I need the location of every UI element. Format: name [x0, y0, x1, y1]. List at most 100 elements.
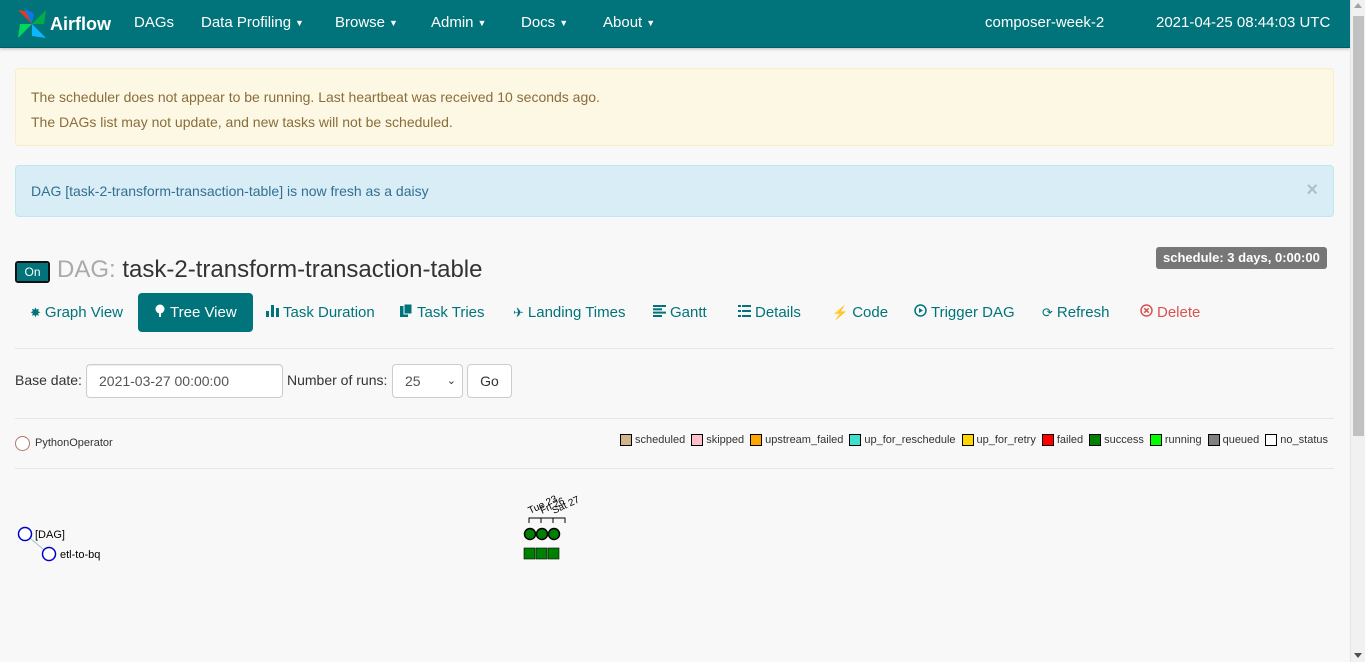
info-message: DAG [task-2-transform-transaction-table]… [31, 183, 429, 199]
tab-label: Code [852, 304, 889, 321]
utc-clock: 2021-04-25 08:44:03 UTC [1156, 14, 1331, 31]
tab-task-tries[interactable]: Task Tries [400, 293, 485, 332]
legend-item-failed: failed [1041, 434, 1084, 446]
tab-label: Gantt [670, 304, 707, 321]
brand-name: Airflow [50, 13, 111, 34]
tab-label: Details [755, 304, 801, 321]
task-instance-square[interactable] [535, 547, 548, 560]
legend-item-success: success [1089, 434, 1144, 446]
dag-run-circle[interactable] [535, 527, 549, 541]
nav-about[interactable]: About ▼ [603, 0, 655, 46]
nav-docs[interactable]: Docs ▼ [521, 0, 568, 46]
tab-label: Task Duration [283, 304, 375, 321]
dag-label: DAG: [57, 256, 116, 283]
num-runs-select[interactable]: 25 ⌄ [392, 364, 463, 398]
flash-icon: ⚡ [832, 305, 849, 320]
legend-label: queued [1222, 434, 1260, 446]
task-instance-square[interactable] [523, 547, 536, 560]
legend-swatch [1207, 434, 1220, 446]
list-icon [738, 293, 751, 332]
scroll-down-arrow-icon[interactable] [1354, 653, 1362, 658]
nav-admin-label: Admin [431, 14, 474, 31]
num-runs-label: Number of runs: [287, 372, 388, 388]
scroll-up-arrow-icon[interactable] [1354, 3, 1362, 8]
nav-dags-label: DAGs [134, 14, 175, 31]
state-legend: scheduled skipped upstream_failed up_for_re… [614, 434, 1328, 446]
tab-refresh[interactable]: ⟳ Refresh [1042, 293, 1109, 332]
tab-task-duration[interactable]: Task Duration [266, 293, 375, 332]
legend-label: success [1104, 434, 1144, 446]
tab-label: Graph View [44, 304, 124, 321]
nav-admin[interactable]: Admin ▼ [431, 0, 486, 46]
dag-name: task-2-transform-transaction-table [122, 256, 483, 283]
legend-label: skipped [706, 434, 745, 446]
tab-code[interactable]: ⚡ Code [832, 293, 888, 332]
dag-run-circle[interactable] [523, 527, 537, 541]
close-icon[interactable]: × [1306, 166, 1318, 214]
chevron-down-icon: ▼ [389, 18, 398, 28]
dag-runs-group: Tue 23Fri 26Sat 27 [523, 494, 582, 560]
dag-root-node[interactable] [17, 526, 33, 542]
task-node[interactable] [41, 546, 57, 562]
legend-swatch [1041, 434, 1054, 446]
tab-label: Delete [1157, 304, 1201, 321]
play-circle-icon [914, 293, 927, 332]
tree-view-chart: [DAG] etl-to-bq Tue 23Fri 26Sat 27 [17, 494, 582, 562]
tab-delete[interactable]: Delete [1140, 293, 1200, 332]
refresh-icon: ⟳ [1042, 305, 1053, 320]
legend-label: failed [1056, 434, 1084, 446]
chevron-down-icon: ▼ [559, 18, 569, 28]
legend-item-up-for-reschedule: up_for_reschedule [849, 434, 956, 446]
scrollbar-thumb[interactable] [1353, 16, 1364, 436]
legend-label: upstream_failed [765, 434, 844, 446]
nav-data-profiling[interactable]: Data Profiling ▼ [201, 0, 304, 46]
tab-graph-view[interactable]: ✸ Graph View [30, 293, 123, 332]
brand[interactable]: Airflow [14, 5, 111, 43]
legend-label: up_for_retry [976, 434, 1036, 446]
scheduler-warning-alert: The scheduler does not appear to be runn… [15, 68, 1334, 146]
airflow-logo-icon [18, 8, 46, 38]
align-left-icon [653, 293, 666, 332]
dag-pause-toggle[interactable]: On [15, 261, 50, 283]
dag-view-tabs: ✸ Graph View Tree View Task Duration Task… [15, 293, 1334, 349]
run-tick [552, 517, 566, 523]
operator-legend-label: PythonOperator [35, 437, 113, 449]
python-operator-swatch [15, 435, 30, 451]
nav-browse[interactable]: Browse ▼ [335, 0, 398, 46]
task-instance-square[interactable] [547, 547, 560, 560]
legend-swatch [961, 434, 974, 446]
page-title: DAG: task-2-transform-transaction-table [57, 255, 483, 285]
tab-tree-view[interactable]: Tree View [138, 293, 253, 332]
warning-line-2: The DAGs list may not update, and new ta… [31, 114, 453, 130]
legend-swatch [691, 434, 704, 446]
bar-chart-icon [266, 293, 279, 332]
dag-run-circle[interactable] [547, 527, 561, 541]
tab-details[interactable]: Details [738, 293, 801, 332]
base-date-input[interactable]: 2021-03-27 00:00:00 [86, 364, 283, 398]
tab-label: Task Tries [417, 304, 485, 321]
files-icon [400, 293, 413, 332]
divider [15, 468, 1334, 469]
legend-swatch [620, 434, 633, 446]
warning-line-1: The scheduler does not appear to be runn… [31, 89, 600, 105]
remove-circle-icon [1140, 293, 1153, 332]
legend-item-skipped: skipped [691, 434, 744, 446]
run-tick [528, 517, 542, 523]
legend-swatch [1265, 434, 1278, 446]
tab-label: Tree View [170, 304, 237, 321]
nav-dags[interactable]: DAGs [134, 0, 174, 46]
legend-label: scheduled [635, 434, 686, 446]
tab-gantt[interactable]: Gantt [653, 293, 707, 332]
refresh-info-alert: DAG [task-2-transform-transaction-table]… [15, 165, 1334, 217]
environment-name: composer-week-2 [985, 14, 1105, 31]
tab-trigger-dag[interactable]: Trigger DAG [914, 293, 1015, 332]
tab-landing-times[interactable]: ✈ Landing Times [513, 293, 625, 332]
vertical-scrollbar[interactable] [1350, 0, 1365, 662]
nav-docs-label: Docs [521, 14, 556, 31]
go-button[interactable]: Go [467, 364, 512, 398]
legend-label: no_status [1280, 434, 1328, 446]
legend-swatch [849, 434, 862, 446]
divider [15, 418, 1334, 419]
run-tick [540, 517, 554, 523]
toggle-on-label: On [17, 263, 48, 281]
